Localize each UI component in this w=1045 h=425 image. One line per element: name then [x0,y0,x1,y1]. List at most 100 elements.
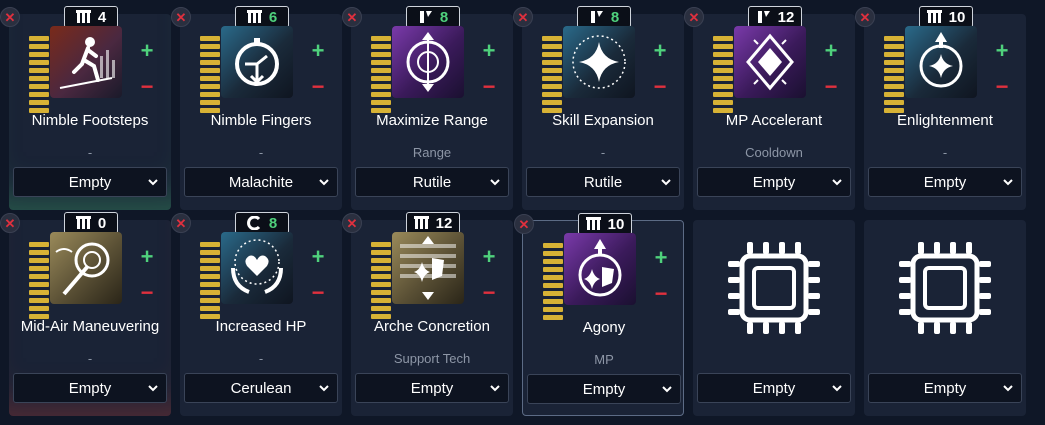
decrease-level-button[interactable]: − [481,76,497,98]
level-bar-segment [371,100,391,105]
skill-slot[interactable]: ✕ 0 + − Mid-Air Maneuvering - Empty [0,212,171,416]
level-bar-segment [29,36,49,41]
module-select-value: Empty [752,173,796,191]
level-bar-segment [200,84,220,89]
level-bar-segment [29,84,49,89]
increase-level-button[interactable]: + [310,246,326,268]
skill-name: Mid-Air Maneuvering [20,318,160,335]
remove-skill-button[interactable]: ✕ [342,213,362,233]
skill-slot[interactable]: ✕ 8 + − Increased HP - Cerulean [171,212,342,416]
skill-slot[interactable]: ✕ 8 + − Maximize Range Range Rutile [342,6,513,210]
decrease-level-button[interactable]: − [310,76,326,98]
remove-skill-button[interactable]: ✕ [684,7,704,27]
decrease-level-button[interactable]: − [139,282,155,304]
module-select-value: Empty [923,379,967,397]
level-bar-segment [542,100,562,105]
level-bar-segment [200,258,220,263]
level-bars [713,36,733,114]
increase-level-button[interactable]: + [823,40,839,62]
skill-substat: - [87,145,93,160]
remove-skill-button[interactable]: ✕ [513,7,533,27]
empty-module-slot[interactable]: Empty [693,220,855,416]
level-bar-segment [884,44,904,49]
level-bar-segment [200,298,220,303]
remove-skill-button[interactable]: ✕ [171,213,191,233]
range-target-icon[interactable] [392,26,464,98]
star-arrow-icon[interactable] [905,26,977,98]
level-bar-segment [543,243,563,248]
skill-slot[interactable]: ✕ 4 + − Nimble Footsteps - Empty [0,6,171,210]
increase-level-button[interactable]: + [653,247,669,269]
rank-value: 12 [435,214,453,232]
module-select[interactable]: Rutile [526,167,680,197]
remove-skill-button[interactable]: ✕ [0,213,20,233]
running-figure-icon[interactable] [50,26,122,98]
decrease-level-button[interactable]: − [994,76,1010,98]
level-bar-segment [200,92,220,97]
sparkle-star-icon[interactable] [563,26,635,98]
module-select[interactable]: Empty [868,373,1022,403]
shield-arrow-icon[interactable] [564,233,636,305]
module-select[interactable]: Empty [697,167,851,197]
skill-slot[interactable]: ✕ 12 + − Arche Concretion Support Tech Empty [342,212,513,416]
level-bar-segment [200,282,220,287]
level-bar-segment [371,306,391,311]
rank-badge: 10 [578,213,632,235]
skill-name: Increased HP [215,318,307,335]
decrease-level-button[interactable]: − [653,283,669,305]
remove-skill-button[interactable]: ✕ [514,214,534,234]
level-bar-segment [713,76,733,81]
module-select[interactable]: Empty [355,373,509,403]
skill-name: Enlightenment [897,112,993,129]
skill-slot[interactable]: ✕ 12 + − MP Accelerant Cooldown Empty [684,6,855,210]
increase-level-button[interactable]: + [652,40,668,62]
rank-value: 10 [948,8,966,26]
shield-star-icon[interactable] [392,232,464,304]
level-bar-segment [200,36,220,41]
skill-slot[interactable]: ✕ 10 + − Agony MP Empty [514,213,684,416]
rank-bars-icon [75,10,91,23]
increase-level-button[interactable]: + [481,246,497,268]
increase-level-button[interactable]: + [310,40,326,62]
module-select[interactable]: Empty [527,374,681,404]
level-bar-segment [200,306,220,311]
skill-slot[interactable]: ✕ 10 + − Enlightenment - Empty [855,6,1026,210]
increase-level-button[interactable]: + [994,40,1010,62]
level-bar-segment [371,274,391,279]
increase-level-button[interactable]: + [139,40,155,62]
skill-name: Skill Expansion [552,112,654,129]
level-bar-segment [543,251,563,256]
rank-badge: 4 [64,6,118,28]
skill-slot[interactable]: ✕ 6 + − Nimble Fingers - Malachite [171,6,342,210]
module-select[interactable]: Empty [13,167,167,197]
increase-level-button[interactable]: + [139,246,155,268]
skill-slot[interactable]: ✕ 8 + − Skill Expansion - Rutile [513,6,684,210]
remove-skill-button[interactable]: ✕ [0,7,20,27]
diamond-crystal-icon[interactable] [734,26,806,98]
remove-skill-button[interactable]: ✕ [342,7,362,27]
module-select[interactable]: Empty [697,373,851,403]
level-bar-segment [200,274,220,279]
decrease-level-button[interactable]: − [481,282,497,304]
decrease-level-button[interactable]: − [652,76,668,98]
remove-skill-button[interactable]: ✕ [855,7,875,27]
module-select[interactable]: Empty [868,167,1022,197]
chevron-down-icon [1003,385,1013,392]
empty-module-slot[interactable]: Empty [864,220,1026,416]
level-bars [200,242,220,320]
remove-skill-button[interactable]: ✕ [171,7,191,27]
stopwatch-icon[interactable] [221,26,293,98]
module-select[interactable]: Malachite [184,167,338,197]
heart-hands-icon[interactable] [221,232,293,304]
increase-level-button[interactable]: + [481,40,497,62]
module-select[interactable]: Rutile [355,167,509,197]
level-bar-segment [371,52,391,57]
grapple-hook-icon[interactable] [50,232,122,304]
decrease-level-button[interactable]: − [139,76,155,98]
decrease-level-button[interactable]: − [823,76,839,98]
level-bar-segment [884,68,904,73]
module-select[interactable]: Cerulean [184,373,338,403]
module-select[interactable]: Empty [13,373,167,403]
module-select-value: Empty [582,380,626,398]
decrease-level-button[interactable]: − [310,282,326,304]
